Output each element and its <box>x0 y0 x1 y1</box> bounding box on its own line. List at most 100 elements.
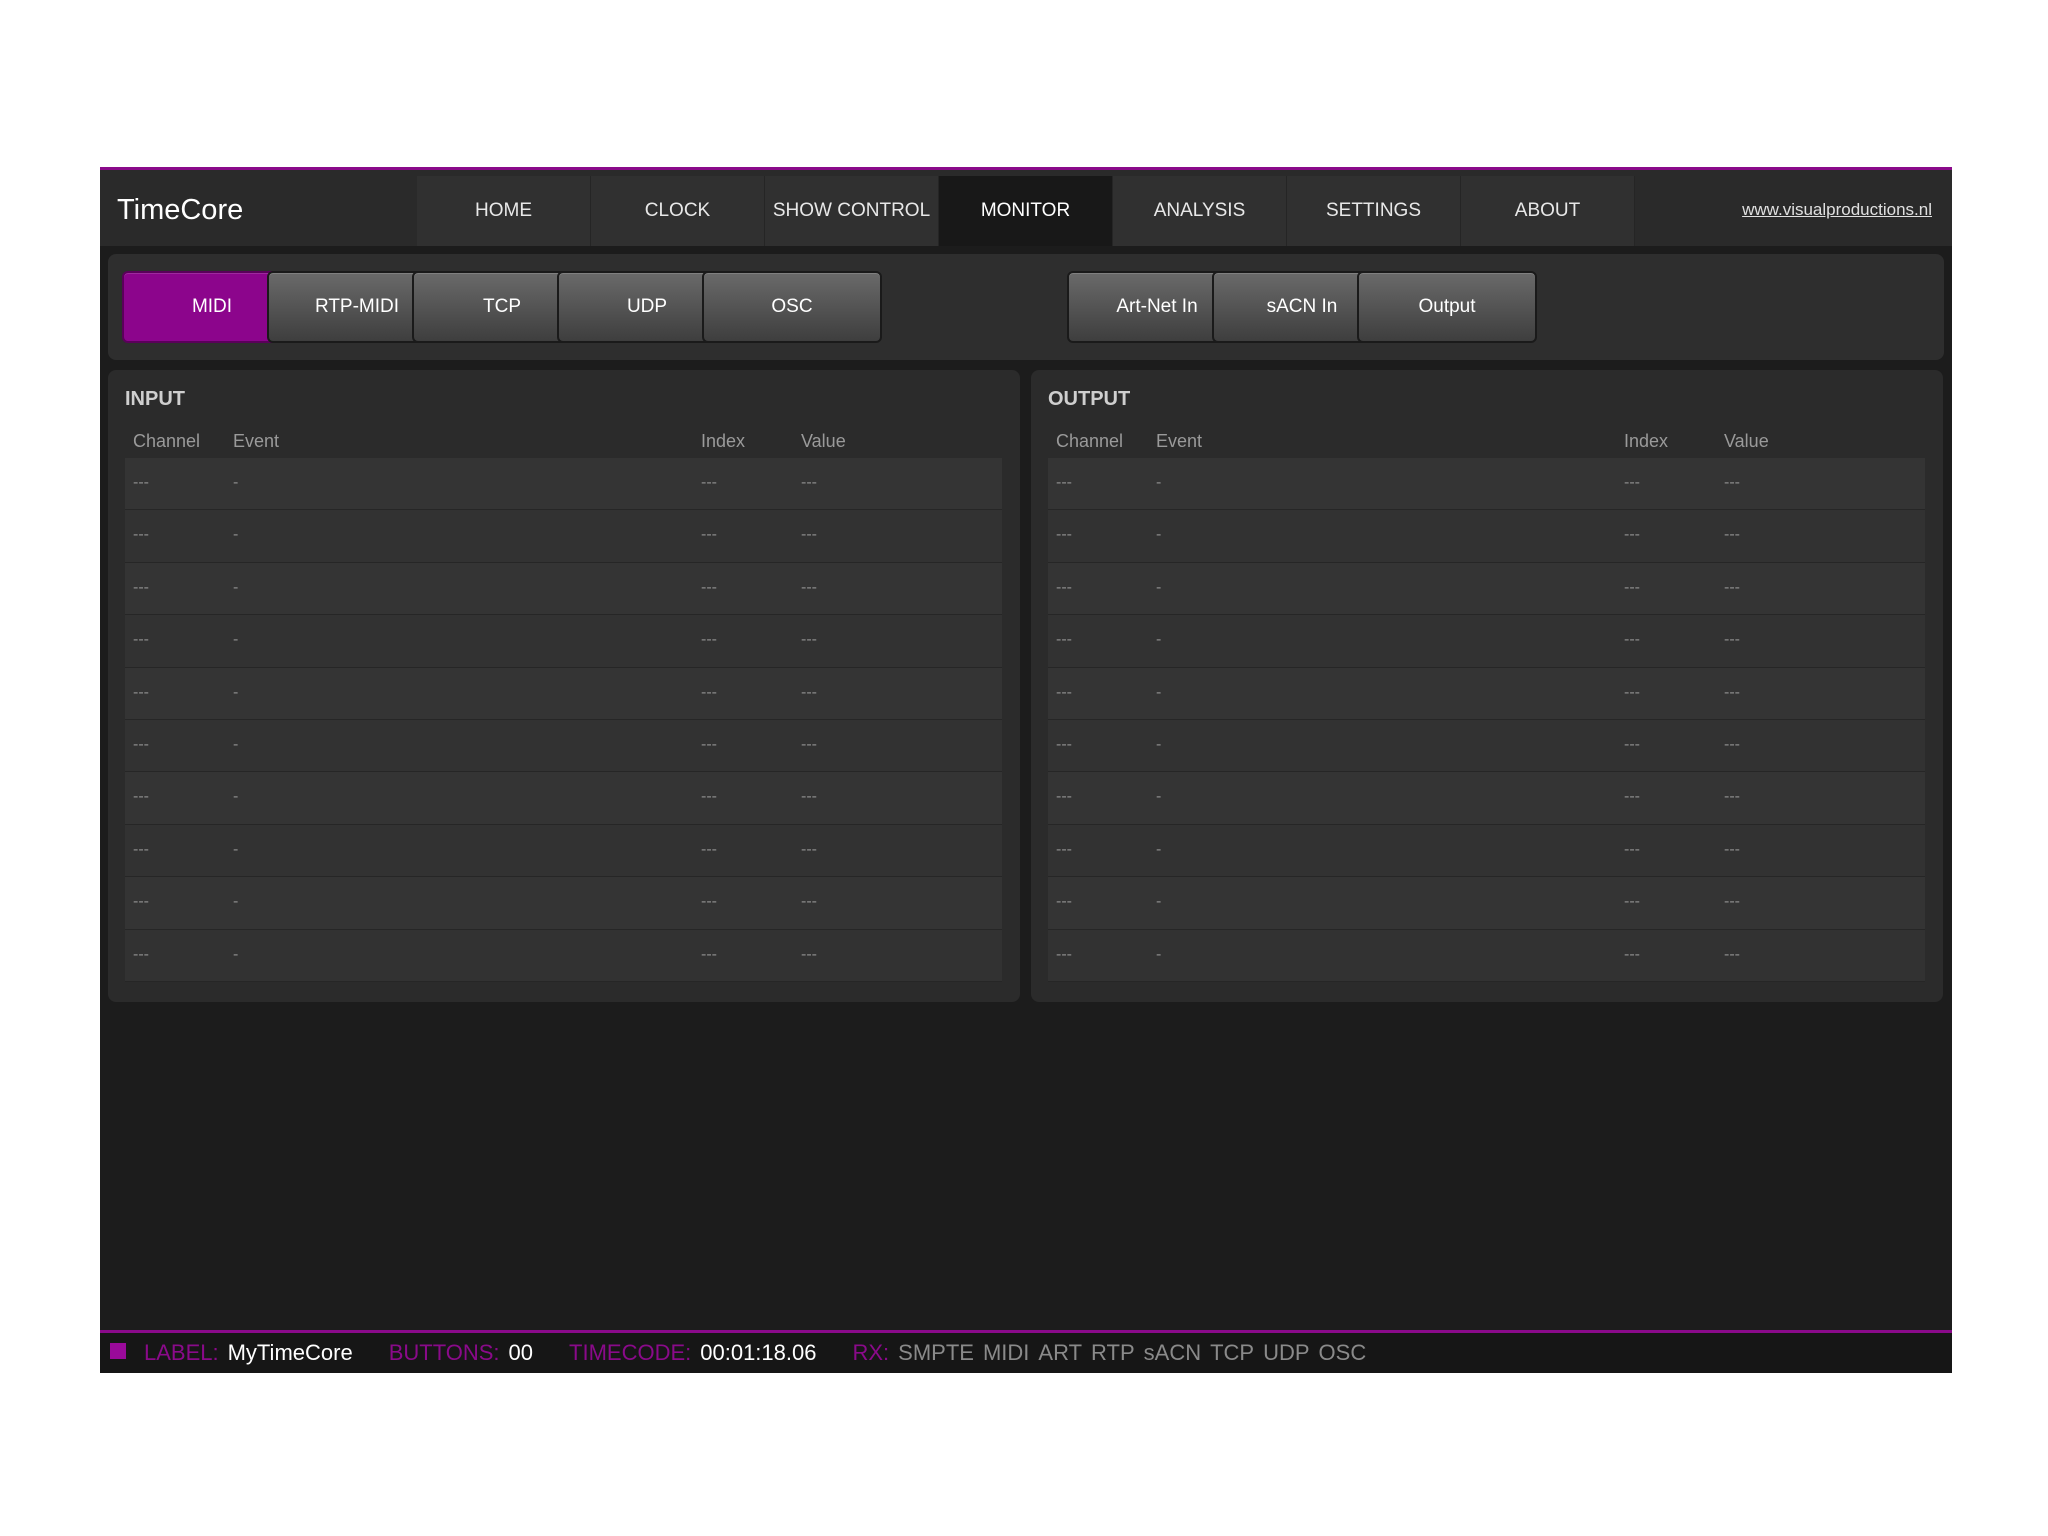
input-panel-title: INPUT <box>125 388 185 410</box>
status-bar: LABEL: MyTimeCore BUTTONS: 00 TIMECODE: … <box>100 1330 1952 1373</box>
table-cell: --- <box>1056 788 1072 806</box>
table-cell: --- <box>133 893 149 911</box>
rx-rtp: RTP <box>1091 1340 1135 1365</box>
table-cell: --- <box>801 893 817 911</box>
table-cell: --- <box>133 840 149 858</box>
table-cell: --- <box>1724 474 1740 491</box>
table-cell: --- <box>133 683 149 701</box>
table-row: --- - --- --- <box>125 719 1002 773</box>
input-col-value: Value <box>801 431 846 451</box>
app-title: TimeCore <box>117 194 244 226</box>
table-cell: - <box>1156 578 1162 596</box>
table-cell: --- <box>1724 788 1740 806</box>
rx-tcp: TCP <box>1210 1340 1255 1365</box>
timecore-app: TimeCore HOME CLOCK SHOW CONTROL MONITOR ANA… <box>100 167 1952 1373</box>
table-cell: --- <box>1056 945 1072 963</box>
table-row: --- - --- --- <box>1048 562 1925 616</box>
table-cell: --- <box>801 578 817 596</box>
nav-home[interactable]: HOME <box>417 176 591 246</box>
table-cell: --- <box>1624 788 1640 806</box>
table-row: --- - --- --- <box>1048 772 1925 825</box>
nav-clock[interactable]: CLOCK <box>591 176 765 246</box>
table-cell: --- <box>1056 526 1072 544</box>
table-cell: --- <box>701 474 717 491</box>
tab-output[interactable]: Output <box>1357 271 1537 343</box>
tab-osc[interactable]: OSC <box>702 271 882 343</box>
table-cell: --- <box>1056 735 1072 753</box>
table-row: --- - --- --- <box>1048 877 1925 930</box>
table-cell: - <box>1156 893 1162 911</box>
table-row: --- - --- --- <box>1048 458 1925 511</box>
nav-analysis[interactable]: ANALYSIS <box>1113 176 1287 246</box>
table-cell: - <box>1156 735 1162 753</box>
rx-midi: MIDI <box>982 1340 1030 1365</box>
table-cell: - <box>233 893 239 911</box>
table-cell: --- <box>133 631 149 649</box>
input-panel: INPUT Channel Event Index Value --- - --- -… <box>108 370 1020 1002</box>
table-row: --- - --- --- <box>1048 615 1925 668</box>
table-cell: --- <box>801 735 817 753</box>
table-cell: --- <box>801 526 817 544</box>
table-row: --- - --- --- <box>125 667 1002 720</box>
status-rx-list: SMPTE MIDI ART RTP sACN TCP UDP OSC <box>898 1340 1375 1366</box>
table-cell: --- <box>1624 631 1640 649</box>
table-cell: --- <box>801 474 817 491</box>
table-cell: --- <box>1724 683 1740 701</box>
table-cell: --- <box>701 945 717 963</box>
table-cell: - <box>1156 840 1162 858</box>
table-row: --- - --- --- <box>125 772 1002 825</box>
table-cell: - <box>1156 788 1162 806</box>
output-col-index: Index <box>1624 431 1669 451</box>
table-cell: --- <box>1724 578 1740 596</box>
table-row: --- - --- --- <box>125 877 1002 930</box>
table-row: --- - --- --- <box>125 615 1002 668</box>
status-timecode-value: 00:01:18.06 <box>700 1340 817 1365</box>
table-cell: --- <box>801 788 817 806</box>
table-cell: --- <box>1624 840 1640 858</box>
table-cell: --- <box>1624 893 1640 911</box>
input-col-index: Index <box>701 431 746 451</box>
table-cell: --- <box>1624 474 1640 491</box>
status-indicator-icon <box>110 1343 126 1359</box>
table-cell: --- <box>1056 683 1072 701</box>
rx-osc: OSC <box>1318 1340 1367 1365</box>
table-cell: --- <box>801 945 817 963</box>
table-row: --- - --- --- <box>1048 667 1925 720</box>
table-row: --- - --- --- <box>1048 719 1925 773</box>
rx-art: ART <box>1038 1340 1083 1365</box>
table-row: --- - --- --- <box>1048 510 1925 563</box>
table-cell: - <box>233 840 239 858</box>
table-cell: --- <box>1624 735 1640 753</box>
table-cell: --- <box>1724 526 1740 544</box>
table-cell: - <box>1156 683 1162 701</box>
status-buttons-key: BUTTONS: <box>388 1340 500 1365</box>
status-timecode-key: TIMECODE: <box>569 1340 692 1365</box>
table-cell: --- <box>701 893 717 911</box>
table-cell: - <box>1156 631 1162 649</box>
table-cell: --- <box>701 735 717 753</box>
status-label-value: MyTimeCore <box>227 1340 353 1365</box>
nav-about[interactable]: ABOUT <box>1461 176 1635 246</box>
table-cell: --- <box>133 578 149 596</box>
table-cell: - <box>1156 474 1162 491</box>
website-link[interactable]: www.visualproductions.nl <box>1742 200 1932 220</box>
table-cell: --- <box>701 788 717 806</box>
table-cell: - <box>233 526 239 544</box>
table-cell: --- <box>1056 578 1072 596</box>
table-cell: --- <box>133 735 149 753</box>
nav-settings[interactable]: SETTINGS <box>1287 176 1461 246</box>
nav-show-control[interactable]: SHOW CONTROL <box>765 176 939 246</box>
rx-udp: UDP <box>1263 1340 1310 1365</box>
protocol-toolbar: MIDI RTP-MIDI TCP UDP OSC Art-Net In sACN In Ou… <box>108 254 1944 360</box>
table-cell: --- <box>801 840 817 858</box>
table-cell: --- <box>1056 474 1072 491</box>
table-cell: --- <box>1624 578 1640 596</box>
nav-monitor[interactable]: MONITOR <box>939 176 1113 246</box>
table-cell: --- <box>1724 631 1740 649</box>
table-cell: --- <box>801 683 817 701</box>
table-row: --- - --- --- <box>1048 824 1925 878</box>
table-cell: --- <box>133 788 149 806</box>
status-buttons-value: 00 <box>508 1340 534 1365</box>
table-cell: - <box>233 683 239 701</box>
output-panel-title: OUTPUT <box>1048 388 1131 410</box>
